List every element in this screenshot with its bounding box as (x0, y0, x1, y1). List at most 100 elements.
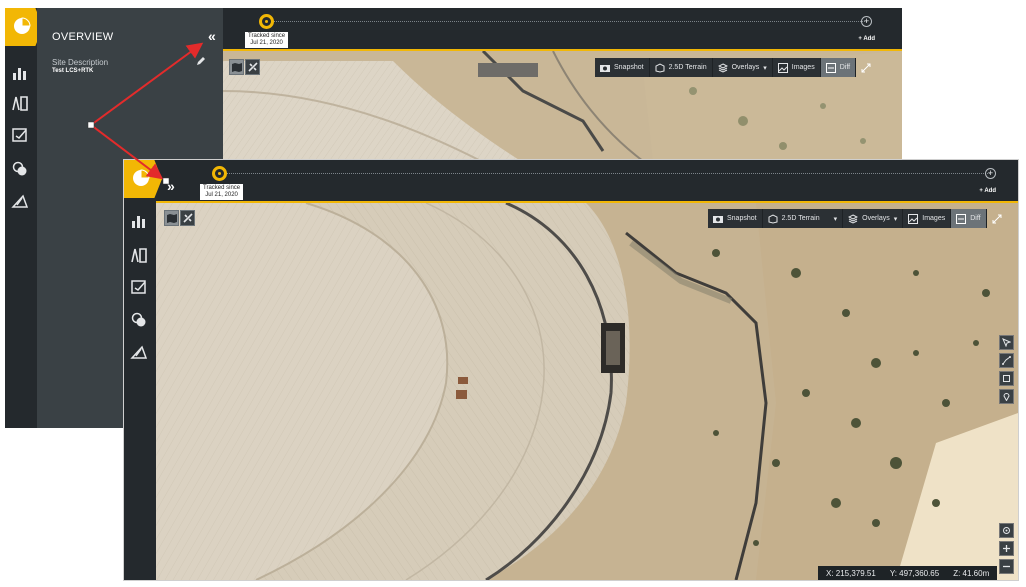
side-nav-front (124, 160, 162, 580)
measure-icon[interactable] (130, 343, 148, 361)
coord-x: X: 215,379.51 (826, 568, 876, 578)
timeline-track[interactable] (263, 21, 867, 22)
timeline-marker-front[interactable] (212, 166, 227, 181)
coord-y: Y: 497,360.65 (889, 568, 940, 578)
front-window: Snapshot 2.5D Terrain ▾ Overlays ▾ Image… (124, 160, 1018, 580)
terrain-button-front[interactable]: 2.5D Terrain ▾ (762, 209, 844, 228)
overlays-button-front[interactable]: Overlays ▾ (843, 209, 904, 228)
chevron-down-icon: ▾ (763, 64, 767, 72)
satellite-icon (182, 213, 193, 223)
images-icon (908, 213, 919, 224)
tracked-since-text-front: Tracked since (203, 185, 241, 191)
polyline-icon (1002, 356, 1011, 365)
pin-icon (1003, 393, 1010, 401)
pencil-icon[interactable] (196, 56, 206, 66)
polyline-tool-button[interactable] (999, 353, 1014, 368)
zoom-in-button[interactable] (999, 541, 1014, 556)
satellite-view-button[interactable] (245, 59, 260, 75)
accent-line-front (156, 201, 1018, 203)
snapshot-label-front: Snapshot (727, 215, 757, 222)
map-icon (231, 62, 242, 72)
map-icon (166, 213, 177, 223)
images-label-front: Images (922, 215, 946, 222)
site-description-label: Site Description (52, 58, 109, 67)
zoom-out-button[interactable] (999, 559, 1014, 574)
tracked-since-text: Tracked since (248, 33, 286, 39)
view-toggle (229, 59, 260, 75)
tracked-since-date: Jul 21, 2020 (250, 40, 283, 46)
map-view-button[interactable] (229, 59, 244, 75)
map-view-button-front[interactable] (164, 210, 179, 226)
report-icon[interactable] (130, 246, 148, 264)
satellite-view-button-front[interactable] (180, 210, 195, 226)
expand-panel-button[interactable]: » (167, 178, 175, 194)
camera-icon (600, 64, 610, 72)
coordinate-readout: X: 215,379.51 Y: 497,360.65 Z: 41.60m (818, 566, 998, 580)
timeline-track-front[interactable] (216, 173, 990, 174)
satellite-icon (247, 62, 258, 72)
overlays-label: Overlays (731, 64, 760, 71)
overview-tab-front[interactable] (124, 160, 162, 198)
polygon-tool-button[interactable] (999, 371, 1014, 386)
diff-icon (956, 213, 967, 224)
side-nav (5, 8, 43, 428)
zoom-controls (999, 523, 1014, 574)
camera-icon (713, 215, 723, 223)
locate-icon (1003, 527, 1010, 534)
images-button-front[interactable]: Images (903, 209, 952, 228)
fullscreen-button-front[interactable] (987, 209, 1007, 228)
diff-label: Diff (839, 64, 851, 71)
checklist-icon[interactable] (11, 126, 29, 144)
chevron-down-icon[interactable]: ▾ (834, 215, 838, 223)
add-flight-plus-icon-front[interactable]: + (985, 168, 996, 179)
chevron-down-icon: ▾ (893, 215, 898, 223)
fullscreen-button[interactable] (856, 58, 876, 77)
overlays-button[interactable]: Overlays ▾ (712, 58, 773, 77)
checklist-icon[interactable] (130, 278, 148, 296)
add-flight-label-front[interactable]: + Add (979, 188, 996, 194)
layers-icon[interactable] (11, 160, 29, 178)
terrain-button[interactable]: 2.5D Terrain (649, 58, 713, 77)
bar-chart-icon[interactable] (130, 212, 148, 230)
select-tool-button[interactable] (999, 335, 1014, 350)
timeline-bar-front: Tracked since Jul 21, 2020 + + Add (156, 160, 1018, 203)
locate-button[interactable] (999, 523, 1014, 538)
timeline-bar: Tracked since Jul 21, 2020 + + Add (223, 8, 902, 51)
view-toggle-front (164, 210, 195, 226)
pie-chart-icon (14, 17, 31, 34)
pie-chart-icon (133, 169, 150, 186)
diff-button[interactable]: Diff (820, 58, 857, 77)
terrain-icon (768, 213, 778, 224)
fullscreen-icon (992, 214, 1002, 223)
accent-line (223, 49, 902, 51)
report-icon[interactable] (11, 94, 29, 112)
images-icon (777, 62, 788, 73)
tracked-since-label: Tracked since Jul 21, 2020 (245, 32, 289, 48)
pin-tool-button[interactable] (999, 389, 1014, 404)
draw-tools (999, 335, 1014, 404)
select-cursor-icon (1002, 338, 1011, 347)
bar-chart-icon[interactable] (11, 64, 29, 82)
coord-z: Z: 41.60m (953, 568, 990, 578)
tracked-since-label-front: Tracked since Jul 21, 2020 (200, 184, 244, 200)
terrain-icon (655, 62, 665, 73)
layers-icon[interactable] (130, 311, 148, 329)
images-label: Images (791, 64, 815, 71)
polygon-icon (1003, 375, 1010, 382)
terrain-label: 2.5D Terrain (668, 64, 707, 71)
add-flight-label[interactable]: + Add (858, 36, 875, 42)
diff-button-front[interactable]: Diff (951, 209, 987, 228)
map-toolbar-front: Snapshot 2.5D Terrain ▾ Overlays ▾ Image… (708, 209, 1007, 228)
snapshot-label: Snapshot (614, 64, 644, 71)
snapshot-button[interactable]: Snapshot (595, 58, 650, 77)
tracked-since-date-front: Jul 21, 2020 (205, 192, 238, 198)
collapse-panel-button[interactable]: « (208, 28, 216, 44)
map-view-front[interactable]: Snapshot 2.5D Terrain ▾ Overlays ▾ Image… (156, 203, 1018, 580)
snapshot-button-front[interactable]: Snapshot (708, 209, 763, 228)
images-button[interactable]: Images (772, 58, 821, 77)
timeline-marker[interactable] (259, 14, 274, 29)
site-description-value: Test LCS+RTK (52, 68, 94, 74)
zoom-out-icon (1003, 565, 1010, 568)
add-flight-plus-icon[interactable]: + (861, 16, 872, 27)
measure-icon[interactable] (11, 192, 29, 210)
